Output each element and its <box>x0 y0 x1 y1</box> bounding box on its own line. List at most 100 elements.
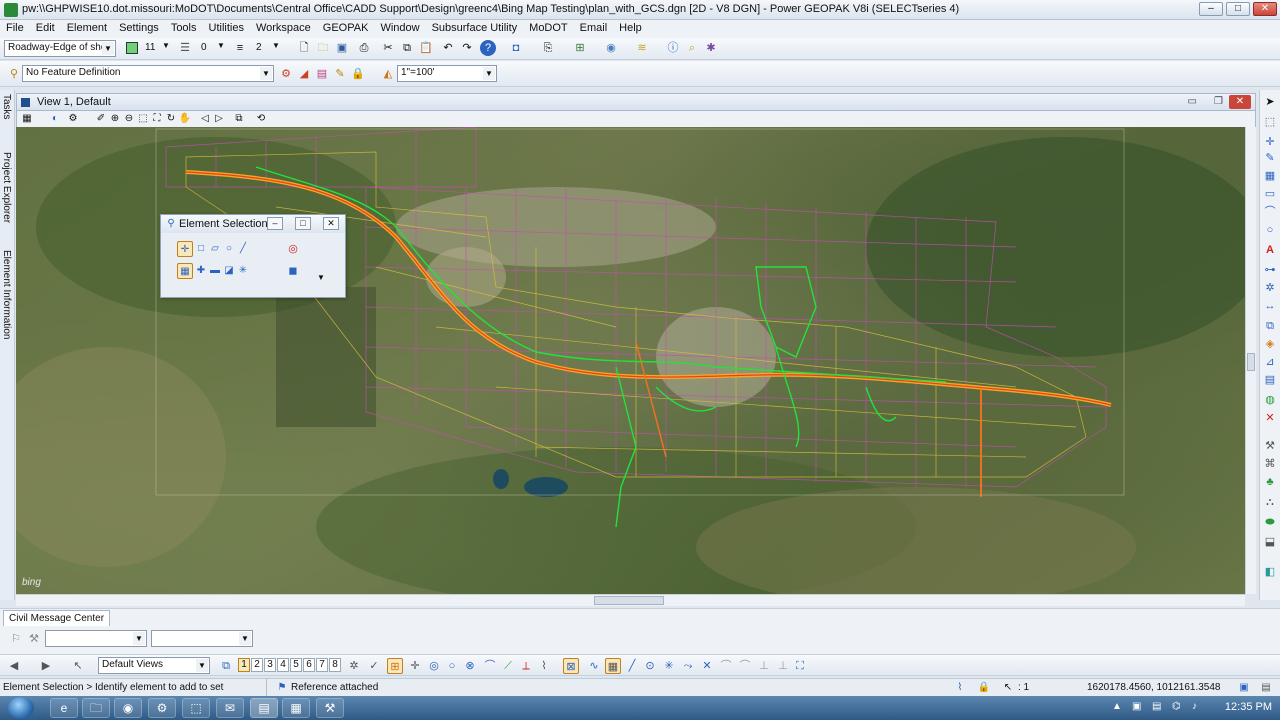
chevron-down-icon[interactable]: ▼ <box>162 41 170 50</box>
rectangle-icon[interactable]: ▭ <box>1262 186 1278 202</box>
civil-arc-icon[interactable]: ⌒ <box>718 658 734 674</box>
component-icon[interactable]: ◧ <box>1262 564 1278 580</box>
fence-icon[interactable]: ⬚ <box>1262 114 1278 130</box>
tray-app-icon[interactable]: ▤ <box>1152 701 1161 712</box>
maximize-button[interactable]: □ <box>1226 2 1250 16</box>
clock[interactable]: 12:35 PM <box>1225 701 1272 713</box>
corridor-icon[interactable]: ⛬ <box>1262 494 1278 510</box>
pattern-icon[interactable]: ✲ <box>1262 280 1278 296</box>
dimension-icon[interactable]: ↔ <box>1262 298 1278 314</box>
color-swatch-icon[interactable] <box>126 42 138 54</box>
pointer-icon[interactable]: ↖ <box>70 658 86 674</box>
mode-clear-icon[interactable]: ✳ <box>235 263 251 279</box>
measure-icon[interactable]: ✎ <box>1262 150 1278 166</box>
road-icon[interactable]: ▤ <box>314 66 330 82</box>
back-icon[interactable]: ◀ <box>6 658 22 674</box>
view-next-icon[interactable]: ▷ <box>211 111 227 127</box>
display-style-icon[interactable]: ◐ <box>47 111 63 127</box>
open-folder-icon[interactable]: 🗀 <box>315 40 331 56</box>
message-type-combo[interactable]: ▼ <box>151 630 253 647</box>
chevron-down-icon[interactable]: ▼ <box>317 273 325 282</box>
select-all-icon[interactable]: ◎ <box>285 241 301 257</box>
view-close-button[interactable]: ✕ <box>1229 95 1251 109</box>
selection-status-icon[interactable]: ↖ <box>1000 680 1016 696</box>
tray-device-icon[interactable]: ⌬ <box>1172 701 1181 712</box>
message-filter-combo[interactable]: ▼ <box>45 630 147 647</box>
menu-settings[interactable]: Settings <box>113 20 165 34</box>
copy-element-icon[interactable]: ⧉ <box>1262 318 1278 334</box>
menu-help[interactable]: Help <box>613 20 648 34</box>
accusnap-icon[interactable]: ⌇ <box>952 680 968 696</box>
view-groups-combo[interactable]: Default Views ▼ <box>98 657 210 674</box>
chevron-down-icon[interactable]: ▼ <box>272 41 280 50</box>
group-icon[interactable]: ▤ <box>1262 372 1278 388</box>
civil-slash-icon[interactable]: ╱ <box>624 658 640 674</box>
civil-grid-icon[interactable]: ▦ <box>605 658 621 674</box>
projectwise-icon[interactable]: ⬚ <box>182 698 210 718</box>
snap-icon[interactable]: ✱ <box>703 40 719 56</box>
menu-file[interactable]: File <box>0 20 30 34</box>
cell-icon[interactable]: ⊶ <box>1262 262 1278 278</box>
message-filter-icon[interactable]: ⚐ <box>8 631 24 647</box>
tray-network-icon[interactable]: ▣ <box>1132 701 1141 712</box>
geometry-icon[interactable]: ⌘ <box>1262 456 1278 472</box>
snap-center-icon[interactable]: ◎ <box>426 658 442 674</box>
weight-value[interactable]: 2 <box>256 42 262 53</box>
chevron-down-icon[interactable]: ▼ <box>260 67 272 80</box>
message-clear-icon[interactable]: ⚒ <box>26 631 42 647</box>
snap-tangent-icon[interactable]: ⌒ <box>482 658 498 674</box>
levels-icon[interactable]: ≋ <box>634 40 650 56</box>
pan-icon[interactable]: ✋ <box>177 111 193 127</box>
tab-project-explorer[interactable]: Project Explorer <box>1 152 12 223</box>
new-file-icon[interactable]: 🗋 <box>296 40 312 56</box>
element-selection-header[interactable]: ⚲ Element Selection – □ ✕ <box>161 215 345 233</box>
cross-icon[interactable]: ✛ <box>1262 134 1278 150</box>
menu-modot[interactable]: MoDOT <box>523 20 574 34</box>
pencil-icon[interactable]: ✎ <box>332 66 348 82</box>
accudraw-icon[interactable]: ✓ <box>366 658 382 674</box>
minimize-button[interactable]: – <box>1199 2 1223 16</box>
civil-arc2-icon[interactable]: ⌒ <box>737 658 753 674</box>
lock-icon[interactable]: 🔒 <box>350 66 366 82</box>
level-combo[interactable]: Roadway-Edge of shou ▼ <box>4 40 116 57</box>
chevron-down-icon[interactable]: ▼ <box>239 632 251 645</box>
snap-nearest-icon[interactable]: ✛ <box>407 658 423 674</box>
civil-fit-icon[interactable]: ⛶ <box>792 658 808 674</box>
raster-icon[interactable]: ⊞ <box>572 40 588 56</box>
app-icon[interactable] <box>4 3 18 17</box>
delete-icon[interactable]: ✕ <box>1262 410 1278 426</box>
chevron-down-icon[interactable]: ▼ <box>133 632 145 645</box>
menu-window[interactable]: Window <box>374 20 425 34</box>
horizontal-scrollbar[interactable] <box>16 594 1245 606</box>
view-6-button[interactable]: 6 <box>303 658 315 672</box>
undo-icon[interactable]: ↶ <box>440 40 456 56</box>
menu-email[interactable]: Email <box>574 20 614 34</box>
info-icon[interactable]: ⓘ <box>665 40 681 56</box>
feature-tool-icon[interactable]: ⚙ <box>278 66 294 82</box>
select-line-icon[interactable]: ╱ <box>235 241 251 257</box>
civil-line-icon[interactable]: ∿ <box>586 658 602 674</box>
feature-definition-combo[interactable]: No Feature Definition ▼ <box>22 65 274 82</box>
view-8-button[interactable]: 8 <box>329 658 341 672</box>
mode-new-icon[interactable]: ▦ <box>177 263 193 279</box>
view-attributes-icon[interactable]: ▦ <box>19 111 35 127</box>
chevron-down-icon[interactable]: ▼ <box>217 41 225 50</box>
view-7-button[interactable]: 7 <box>316 658 328 672</box>
tray-chevron-icon[interactable]: ▲ <box>1112 701 1122 712</box>
grid-icon[interactable]: ▦ <box>1262 168 1278 184</box>
save-icon[interactable]: ▣ <box>334 40 350 56</box>
snap-parallel-icon[interactable]: ⟋ <box>500 658 516 674</box>
dialog-restore-button[interactable]: □ <box>295 217 311 230</box>
civil-base2-icon[interactable]: ⊥ <box>775 658 791 674</box>
tab-civil-message-center[interactable]: Civil Message Center <box>3 610 111 626</box>
view-4-button[interactable]: 4 <box>277 658 289 672</box>
notes-app-icon[interactable]: ▦ <box>282 698 310 718</box>
snap-keypoint-icon[interactable]: ⊞ <box>387 658 403 674</box>
tray-volume-icon[interactable]: ♪ <box>1192 701 1197 712</box>
firefox-icon[interactable]: ◉ <box>114 698 142 718</box>
view-icon[interactable] <box>21 98 30 107</box>
select-arrow-icon[interactable]: ➤ <box>1262 94 1278 110</box>
civil-snap-icon[interactable]: ⊠ <box>563 658 579 674</box>
snap-origin-icon[interactable]: ○ <box>444 658 460 674</box>
arc-icon[interactable]: ⌒ <box>1262 204 1278 220</box>
